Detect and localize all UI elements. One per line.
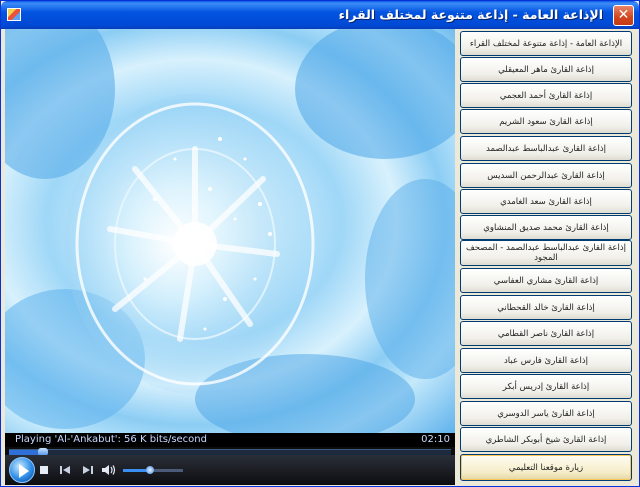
station-maher-almuaiqly[interactable]: إذاعة القارئ ماهر المعيقلي [460, 57, 632, 82]
station-saud-alshuraim[interactable]: إذاعة القارئ سعود الشريم [460, 109, 632, 134]
visit-educational-site-button[interactable]: زيارة موقعنا التعليمي [460, 454, 632, 481]
transport-controls [5, 455, 455, 485]
station-alafasy[interactable]: إذاعة القارئ مشاري العفاسي [460, 268, 632, 293]
playback-status: Playing 'Al-'Ankabut': 56 K bits/second [15, 434, 207, 445]
station-yasser-aldosari[interactable]: إذاعة القارئ ياسر الدوسري [460, 401, 632, 426]
volume-handle[interactable] [146, 466, 154, 474]
visualization-graphic [5, 29, 455, 433]
station-khalid-alqahtani[interactable]: إذاعة القارئ خالد القحطاني [460, 295, 632, 320]
playback-time: 02:10 [421, 434, 450, 445]
volume-icon[interactable] [101, 464, 116, 476]
stop-icon[interactable] [38, 464, 50, 476]
station-abdulbasit-mujawwad[interactable]: إذاعة القارئ عبدالباسط عبدالصمد - المصحف… [460, 240, 632, 266]
station-saad-alghamdi[interactable]: إذاعة القارئ سعد الغامدي [460, 189, 632, 214]
station-ahmad-alajmi[interactable]: إذاعة القارئ أحمد العجمي [460, 83, 632, 108]
previous-icon[interactable] [59, 464, 71, 476]
station-fares-abbad[interactable]: إذاعة القارئ فارس عباد [460, 348, 632, 373]
station-list: الإذاعة العامة - إذاعة متنوعة لمختلف الق… [458, 29, 638, 485]
next-icon[interactable] [82, 464, 94, 476]
volume-slider[interactable] [123, 466, 183, 474]
app-icon [7, 8, 21, 21]
play-icon[interactable] [9, 457, 35, 483]
station-nasser-alqatami[interactable]: إذاعة القارئ ناصر القطامي [460, 321, 632, 346]
station-idrees-abkar[interactable]: إذاعة القارئ إدريس أبكر [460, 374, 632, 399]
close-button[interactable]: ✕ [613, 5, 634, 26]
title-bar[interactable]: الإذاعة العامة - إذاعة متنوعة لمختلف الق… [1, 1, 639, 29]
station-abubakr-alshatri[interactable]: إذاعة القارئ شيخ أبوبكر الشاطري [460, 427, 632, 452]
app-window: الإذاعة العامة - إذاعة متنوعة لمختلف الق… [0, 0, 640, 487]
station-almenshawi[interactable]: إذاعة القارئ محمد صديق المنشاوي [460, 215, 632, 240]
media-player-bar: Playing 'Al-'Ankabut': 56 K bits/second … [5, 433, 455, 485]
station-general[interactable]: الإذاعة العامة - إذاعة متنوعة لمختلف الق… [460, 31, 632, 56]
status-line: Playing 'Al-'Ankabut': 56 K bits/second … [5, 433, 455, 447]
video-display [5, 29, 455, 433]
window-title: الإذاعة العامة - إذاعة متنوعة لمختلف الق… [338, 7, 603, 22]
station-abdulbasit[interactable]: إذاعة القارئ عبدالباسط عبدالصمد [460, 136, 632, 161]
station-alsudais[interactable]: إذاعة القارئ عبدالرحمن السديس [460, 163, 632, 188]
